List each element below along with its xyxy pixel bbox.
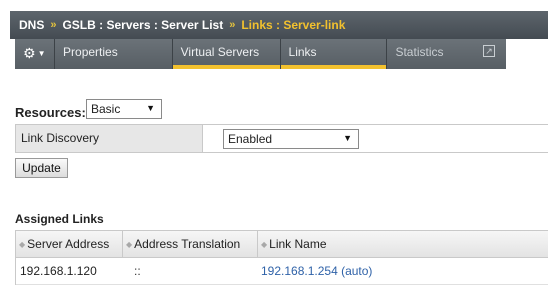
tab-active-underline	[280, 65, 387, 69]
tab-label: Statistics	[395, 45, 444, 59]
dropdown-arrow-icon: ▼	[146, 103, 155, 113]
gear-icon: ⚙	[23, 45, 36, 61]
link-name-link[interactable]: 192.168.1.254 (auto)	[261, 264, 372, 278]
column-header-link-name[interactable]: ◆ Link Name	[258, 231, 548, 257]
breadcrumb-separator: »	[50, 19, 57, 31]
gear-menu-button[interactable]: ⚙ ▼	[15, 39, 56, 69]
link-discovery-select-value: Enabled	[228, 132, 273, 146]
tab-bar: ⚙ ▼ Properties Virtual Servers Links Stat…	[15, 39, 506, 69]
dropdown-arrow-icon: ▼	[343, 133, 352, 143]
resources-select-value: Basic	[91, 102, 121, 116]
column-header-label: Link Name	[269, 237, 327, 251]
resources-select[interactable]: Basic ▼	[86, 99, 162, 119]
resources-label: Resources:	[15, 105, 86, 120]
assigned-links-title: Assigned Links	[15, 212, 104, 226]
breadcrumb: DNS » GSLB : Servers : Server List » Lin…	[10, 11, 548, 39]
tab-active-underline	[172, 65, 280, 69]
tab-label: Virtual Servers	[180, 45, 260, 59]
tab-statistics[interactable]: Statistics ↗	[387, 39, 506, 69]
tab-label: Links	[288, 45, 317, 59]
link-discovery-value-cell: Enabled ▼	[203, 125, 548, 152]
column-header-label: Server Address	[27, 237, 110, 251]
sort-icon: ◆	[126, 240, 132, 249]
tab-label: Properties	[63, 45, 118, 59]
sort-icon: ◆	[261, 240, 267, 249]
chevron-down-icon: ▼	[37, 49, 46, 58]
tab-properties[interactable]: Properties	[55, 39, 173, 69]
table-row: 192.168.1.120 :: 192.168.1.254 (auto)	[16, 258, 548, 285]
link-discovery-row: Link Discovery Enabled ▼	[15, 124, 548, 153]
cell-link-name: 192.168.1.254 (auto)	[258, 258, 548, 284]
update-button[interactable]: Update	[15, 158, 68, 178]
link-discovery-label: Link Discovery	[16, 125, 203, 152]
column-header-address-translation[interactable]: ◆ Address Translation	[123, 231, 258, 257]
breadcrumb-current: Links : Server-link	[241, 18, 346, 32]
sort-icon: ◆	[19, 240, 25, 249]
cell-address-translation: ::	[134, 264, 141, 278]
link-discovery-select[interactable]: Enabled ▼	[223, 129, 359, 149]
tab-virtual-servers[interactable]: Virtual Servers	[172, 39, 281, 69]
page: DNS » GSLB : Servers : Server List » Lin…	[0, 0, 548, 293]
column-header-label: Address Translation	[134, 237, 241, 251]
popout-icon[interactable]: ↗	[483, 45, 495, 57]
breadcrumb-root[interactable]: DNS	[19, 18, 44, 32]
breadcrumb-separator: »	[229, 19, 236, 31]
table-header: ◆ Server Address ◆ Address Translation ◆ Li…	[16, 231, 548, 258]
assigned-links-table: ◆ Server Address ◆ Address Translation ◆ Li…	[15, 230, 548, 285]
breadcrumb-server-list[interactable]: GSLB : Servers : Server List	[62, 18, 223, 32]
column-header-server-address[interactable]: ◆ Server Address	[16, 231, 123, 257]
tab-links[interactable]: Links	[280, 39, 388, 69]
cell-server-address: 192.168.1.120	[20, 264, 97, 278]
